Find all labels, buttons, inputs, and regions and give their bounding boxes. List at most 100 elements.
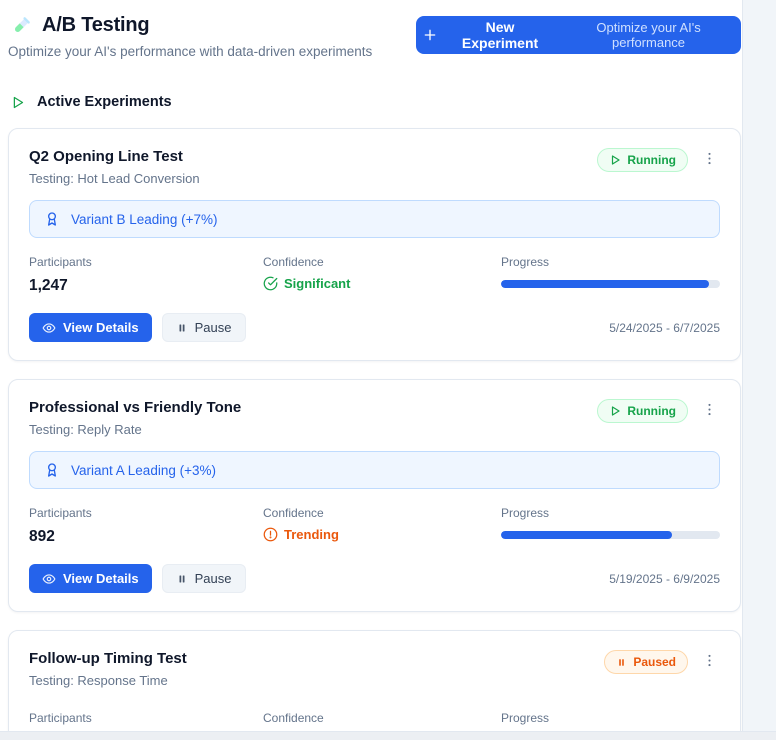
more-vertical-icon [701,150,718,167]
progress-label: Progress [501,255,550,269]
play-icon [609,405,621,417]
right-page-gutter [742,0,776,740]
view-details-label: View Details [63,320,139,335]
eye-icon [42,321,56,335]
progress-fill [501,531,672,539]
pause-button[interactable]: Pause [161,564,246,593]
card-header-text: Q2 Opening Line Test Testing: Hot Lead C… [29,148,200,186]
confidence-text: Significant [284,276,351,291]
card-menu-button[interactable] [698,651,720,673]
leader-text: Variant B Leading (+7%) [71,211,218,227]
new-experiment-button[interactable]: New Experiment Optimize your AI's perfor… [416,16,741,54]
more-vertical-icon [701,652,718,669]
card-header-text: Follow-up Timing Test Testing: Response … [29,650,187,688]
confidence-value: Significant [263,276,350,291]
experiment-title: Professional vs Friendly Tone [29,399,242,416]
pause-button[interactable]: Pause [161,313,246,342]
confidence-stat: Confidence Significant [263,255,501,296]
award-icon [44,462,60,478]
experiment-testing: Testing: Hot Lead Conversion [29,171,200,186]
page-subtitle: Optimize your AI's performance with data… [8,44,373,59]
experiment-card-follow-up-timing: Follow-up Timing Test Testing: Response … [8,630,741,740]
card-menu-button[interactable] [698,149,720,171]
test-tube-icon [10,15,32,37]
confidence-label: Confidence [263,711,324,725]
card-footer: View Details Pause 5/24/2025 - 6/7/2025 [29,313,720,342]
pause-label: Pause [194,320,232,335]
confidence-stat: Confidence Trending [263,506,501,547]
card-header-right: Running [597,148,720,172]
leader-text: Variant A Leading (+3%) [71,462,216,478]
play-icon [609,154,621,166]
leader-banner: Variant A Leading (+3%) [29,451,720,489]
progress-label: Progress [501,711,550,725]
status-label: Paused [633,655,676,669]
experiment-testing: Testing: Response Time [29,673,168,688]
page-header: A/B Testing Optimize your AI's performan… [8,14,741,59]
date-range: 5/24/2025 - 6/7/2025 [609,320,720,335]
status-label: Running [627,153,676,167]
eye-icon [42,572,56,586]
experiment-card-q2-opening-line: Q2 Opening Line Test Testing: Hot Lead C… [8,128,741,361]
play-icon [10,95,25,110]
card-header: Q2 Opening Line Test Testing: Hot Lead C… [29,148,720,186]
check-circle-icon [263,276,278,291]
header-left: A/B Testing Optimize your AI's performan… [8,14,372,59]
date-range: 5/19/2025 - 6/9/2025 [609,571,720,586]
participants-value: 1,247 [29,277,68,294]
status-badge: Paused [604,650,688,674]
experiment-card-professional-vs-friendly: Professional vs Friendly Tone Testing: R… [8,379,741,612]
card-header-text: Professional vs Friendly Tone Testing: R… [29,399,241,437]
view-details-button[interactable]: View Details [29,564,152,593]
confidence-label: Confidence [263,255,324,269]
participants-label: Participants [29,711,92,725]
confidence-value: Trending [263,527,339,542]
card-menu-button[interactable] [698,400,720,422]
card-actions: View Details Pause [29,564,246,593]
status-label: Running [627,404,676,418]
confidence-label: Confidence [263,506,324,520]
participants-label: Participants [29,255,92,269]
section-title: Active Experiments [37,94,172,110]
leader-banner: Variant B Leading (+7%) [29,200,720,238]
participants-stat: Participants 1,247 [29,255,263,295]
pause-icon [616,657,627,668]
title-row: A/B Testing [10,14,372,37]
stats-row: Participants 892 Confidence Trending Pro… [29,506,720,547]
experiment-testing: Testing: Reply Rate [29,422,142,437]
active-experiments-section-header: Active Experiments [10,94,734,110]
progress-track [501,531,720,539]
participants-value: 892 [29,528,55,545]
participants-stat: Participants 892 [29,506,263,546]
new-experiment-label: New Experiment [461,19,539,51]
page-title: A/B Testing [42,14,150,36]
alert-circle-icon [263,527,278,542]
status-badge: Running [597,148,688,172]
new-experiment-hint: Optimize your AI's performance [596,20,701,50]
confidence-text: Trending [284,527,339,542]
participants-label: Participants [29,506,92,520]
card-header-right: Paused [604,650,720,674]
card-actions: View Details Pause [29,313,246,342]
progress-stat: Progress [501,255,720,288]
more-vertical-icon [701,401,718,418]
stats-row: Participants 1,247 Confidence Significan… [29,255,720,296]
card-header: Professional vs Friendly Tone Testing: R… [29,399,720,437]
bottom-page-gutter [0,731,776,740]
main-content: A/B Testing Optimize your AI's performan… [0,0,742,740]
experiment-title: Follow-up Timing Test [29,650,187,667]
view-details-label: View Details [63,571,139,586]
plus-icon [422,27,438,43]
experiment-title: Q2 Opening Line Test [29,148,183,165]
view-details-button[interactable]: View Details [29,313,152,342]
award-icon [44,211,60,227]
pause-icon [176,573,188,585]
card-header: Follow-up Timing Test Testing: Response … [29,650,720,688]
status-badge: Running [597,399,688,423]
ab-testing-page: A/B Testing Optimize your AI's performan… [0,0,776,740]
progress-label: Progress [501,506,550,520]
progress-stat: Progress [501,506,720,539]
progress-fill [501,280,710,288]
pause-icon [176,322,188,334]
card-footer: View Details Pause 5/19/2025 - 6/9/2025 [29,564,720,593]
